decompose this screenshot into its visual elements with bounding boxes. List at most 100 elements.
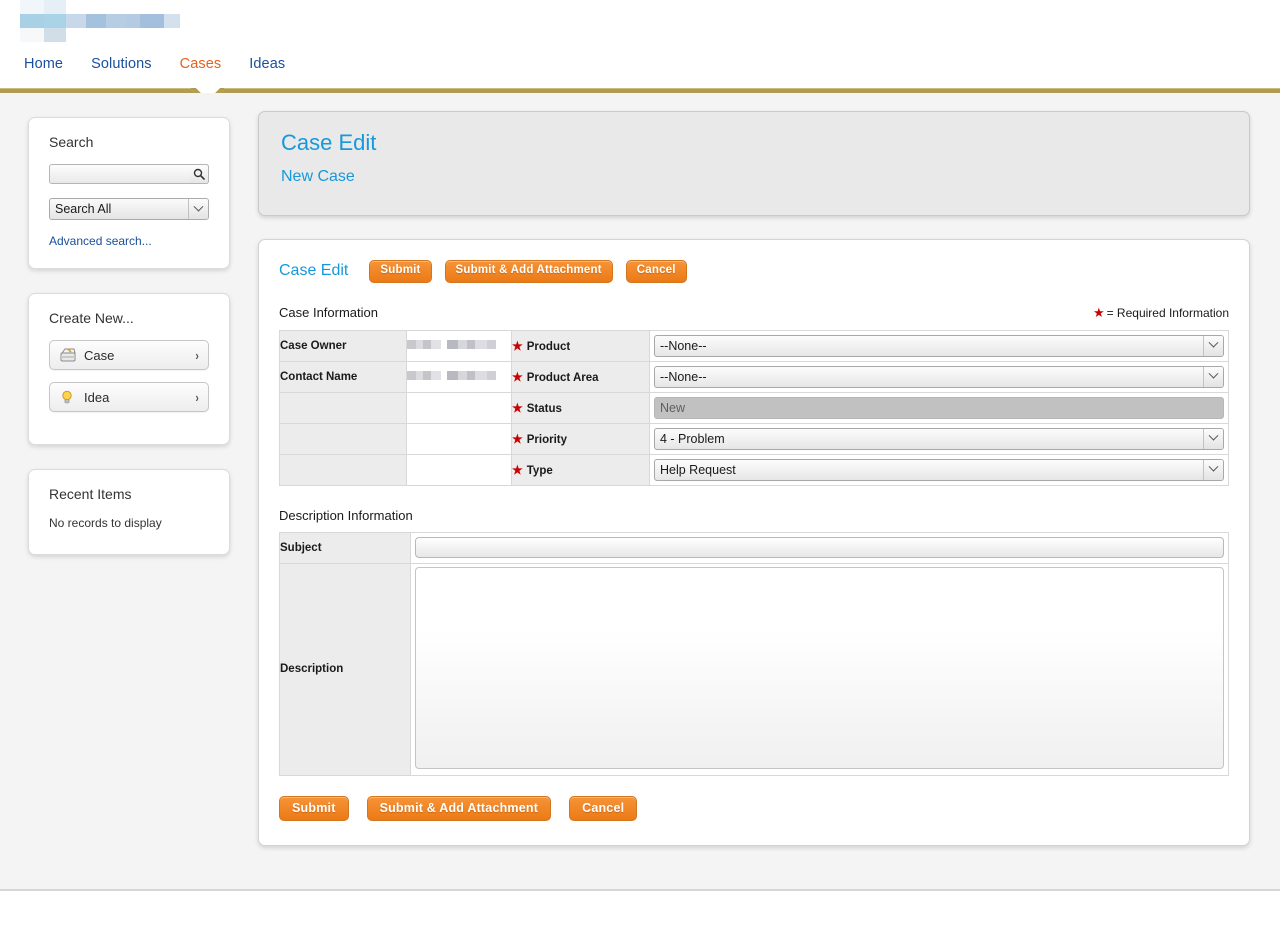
- page-subtitle-link[interactable]: New Case: [281, 168, 355, 185]
- empty-label-cell: [279, 422, 407, 455]
- description-field-cell: [410, 562, 1229, 776]
- search-panel-title: Search: [49, 134, 94, 150]
- search-panel: Search Search All Advanced search...: [28, 117, 230, 269]
- search-input[interactable]: [49, 164, 209, 184]
- cancel-button-bottom[interactable]: Cancel: [569, 795, 638, 821]
- main-navigation[interactable]: Home Solutions Cases Ideas: [24, 56, 285, 72]
- submit-button-top[interactable]: Submit: [369, 260, 432, 283]
- bottom-button-bar: Submit Submit & Add Attachment Cancel: [279, 795, 1229, 821]
- submit-button-bottom[interactable]: Submit: [279, 795, 349, 821]
- table-row: ★ Type Help Request: [279, 453, 1229, 486]
- table-row: ★ Priority 4 - Problem: [279, 422, 1229, 455]
- cancel-button-top[interactable]: Cancel: [625, 260, 687, 283]
- subject-input-wrap: [411, 537, 1228, 558]
- page-title: Case Edit: [281, 130, 377, 155]
- create-new-idea-label: Idea: [84, 389, 110, 405]
- case-information-table: Case Owner ★ Product --None-- Contact Na…: [279, 329, 1229, 486]
- chevron-right-icon: ›: [195, 389, 199, 405]
- case-icon: [60, 348, 76, 362]
- redacted-value: [407, 370, 496, 380]
- product-area-field-cell: --None--: [649, 360, 1229, 393]
- submit-add-attachment-button-bottom[interactable]: Submit & Add Attachment: [366, 795, 552, 821]
- nav-item-cases[interactable]: Cases: [180, 56, 222, 72]
- contact-name-value: [406, 360, 512, 393]
- type-label: ★ Type: [511, 453, 650, 486]
- case-information-header: Case Information ★ = Required Information: [279, 305, 1229, 321]
- status-select: New: [654, 396, 1224, 419]
- search-button[interactable]: [189, 164, 209, 184]
- required-star-icon: ★: [512, 338, 523, 353]
- description-label: Description: [279, 562, 411, 776]
- table-row: Contact Name ★ Product Area --None--: [279, 360, 1229, 393]
- table-row: ★ Status New: [279, 391, 1229, 424]
- case-edit-form: Case Edit Submit Submit & Add Attachment…: [258, 239, 1250, 846]
- search-row: [49, 164, 209, 184]
- redacted-value: [407, 339, 496, 349]
- page-body: Search Search All Advanced search... Cre…: [0, 93, 1280, 891]
- description-textarea[interactable]: [415, 566, 1224, 769]
- case-owner-label: Case Owner: [279, 329, 407, 362]
- subject-field-cell: [410, 531, 1229, 564]
- nav-item-home[interactable]: Home: [24, 56, 63, 72]
- page-header: Home Solutions Cases Ideas: [0, 0, 1280, 88]
- submit-add-attachment-button-top[interactable]: Submit & Add Attachment: [444, 260, 613, 283]
- priority-select[interactable]: 4 - Problem: [654, 427, 1224, 450]
- empty-value-cell: [406, 453, 512, 486]
- recent-items-panel: Recent Items No records to display: [28, 469, 230, 555]
- search-scope-select[interactable]: Search All: [49, 198, 209, 220]
- product-label: ★ Product: [511, 329, 650, 362]
- case-information-title: Case Information: [279, 304, 378, 320]
- recent-items-title: Recent Items: [49, 486, 132, 502]
- table-row: Description: [279, 562, 1229, 776]
- create-new-title: Create New...: [49, 310, 134, 326]
- company-logo: [20, 0, 180, 42]
- required-star-icon: ★: [512, 400, 523, 415]
- create-new-case-button[interactable]: Case ›: [49, 340, 209, 370]
- subject-input[interactable]: [415, 537, 1224, 558]
- nav-item-ideas[interactable]: Ideas: [249, 56, 285, 72]
- subject-label: Subject: [279, 531, 411, 564]
- recent-items-empty-text: No records to display: [49, 516, 162, 530]
- product-area-label: ★ Product Area: [511, 360, 650, 393]
- type-field-cell: Help Request: [649, 453, 1229, 486]
- table-row: Case Owner ★ Product --None--: [279, 329, 1229, 362]
- type-select[interactable]: Help Request: [654, 458, 1224, 481]
- lightbulb-icon: [62, 390, 72, 404]
- description-information-title: Description Information: [279, 507, 413, 523]
- create-new-panel: Create New... Case › Idea ›: [28, 293, 230, 445]
- status-label: ★ Status: [511, 391, 650, 424]
- description-textarea-wrap: [411, 566, 1228, 772]
- empty-label-cell: [279, 391, 407, 424]
- product-select[interactable]: --None--: [654, 334, 1224, 357]
- product-field-cell: --None--: [649, 329, 1229, 362]
- top-button-bar: Case Edit Submit Submit & Add Attachment…: [279, 260, 1229, 283]
- required-star-icon: ★: [512, 431, 523, 446]
- form-section-link[interactable]: Case Edit: [279, 262, 348, 280]
- type-select-wrap: Help Request: [650, 458, 1228, 481]
- create-new-case-label: Case: [84, 347, 115, 363]
- priority-select-wrap: 4 - Problem: [650, 427, 1228, 450]
- required-star-icon: ★: [512, 462, 523, 477]
- priority-label: ★ Priority: [511, 422, 650, 455]
- description-information-table: Subject Description: [279, 531, 1229, 776]
- advanced-search-link[interactable]: Advanced search...: [49, 234, 152, 248]
- product-area-select[interactable]: --None--: [654, 365, 1224, 388]
- page-footer: [0, 891, 1280, 951]
- description-information-header: Description Information: [279, 508, 1229, 523]
- empty-label-cell: [279, 453, 407, 486]
- nav-item-solutions[interactable]: Solutions: [91, 56, 152, 72]
- search-icon: [193, 168, 205, 180]
- chevron-right-icon: ›: [195, 347, 199, 363]
- contact-name-label: Contact Name: [279, 360, 407, 393]
- product-area-select-wrap: --None--: [650, 365, 1228, 388]
- required-information-note: ★ = Required Information: [1093, 305, 1229, 321]
- required-star-icon: ★: [512, 369, 523, 384]
- required-star-icon: ★: [1092, 304, 1105, 320]
- page-title-card: Case Edit New Case: [258, 111, 1250, 216]
- product-select-wrap: --None--: [650, 334, 1228, 357]
- status-select-wrap: New: [650, 396, 1228, 419]
- sidebar: Search Search All Advanced search... Cre…: [28, 117, 230, 579]
- table-row: Subject: [279, 531, 1229, 564]
- create-new-idea-button[interactable]: Idea ›: [49, 382, 209, 412]
- empty-value-cell: [406, 422, 512, 455]
